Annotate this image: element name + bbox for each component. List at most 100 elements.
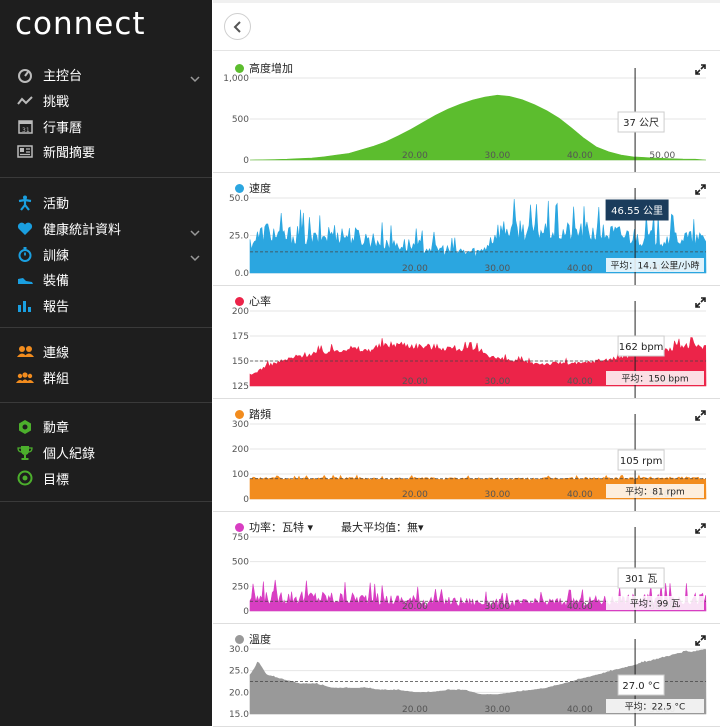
sidebar-item[interactable]: 訓練	[0, 241, 212, 267]
calendar-icon: 31	[15, 119, 35, 134]
average-label: 平均：14.1 公里/小時	[611, 260, 700, 272]
y-tick-label: 25.0	[229, 667, 249, 677]
sidebar-item[interactable]: 群組	[0, 365, 212, 391]
trophy-icon	[15, 445, 35, 461]
y-tick-label: 1,000	[223, 74, 249, 84]
chevron-down-icon[interactable]	[190, 247, 200, 266]
y-tick-label: 30.0	[229, 645, 249, 655]
sidebar-item[interactable]: 個人紀錄	[0, 440, 212, 466]
tooltip-value: 37 公尺	[623, 117, 659, 129]
chart-svg: 15.020.025.030.020.0030.0040.0050.00平均：2…	[229, 639, 707, 726]
sidebar-item-label: 個人紀錄	[43, 447, 96, 463]
x-tick-label: 40.00	[567, 705, 593, 715]
chart-panel-cadence: 踏頻010020030020.0030.0040.0050.00平均：81 rp…	[213, 400, 720, 512]
chart-svg: 0 500 1,000 20.00 30.00 40.00 50.00 37 公尺	[223, 68, 707, 172]
sidebar-item[interactable]: 報告	[0, 293, 212, 319]
sidebar-item[interactable]: 勳章	[0, 414, 212, 440]
y-tick-label: 200	[232, 307, 249, 317]
chevron-down-icon[interactable]	[190, 68, 200, 87]
x-tick-label: 30.00	[484, 602, 510, 612]
x-tick-label: 20.00	[402, 377, 428, 387]
y-tick-label: 500	[232, 558, 249, 568]
x-tick-label: 40.00	[567, 602, 593, 612]
y-tick-label: 0.0	[235, 269, 250, 279]
sidebar-item[interactable]: 新聞摘要	[0, 139, 212, 165]
sidebar-item-label: 裝備	[43, 274, 70, 290]
x-tick-label: 30.00	[484, 490, 510, 500]
sidebar-item[interactable]: 目標	[0, 465, 212, 491]
svg-text:31: 31	[22, 127, 30, 134]
sidebar-item-label: 活動	[43, 197, 70, 213]
sidebar-item-label: 訓練	[43, 248, 70, 264]
sidebar-item-label: 健康統計資料	[43, 223, 122, 239]
sidebar-group: 主控台挑戰 31 行事曆新聞摘要	[0, 62, 212, 178]
sidebar-item[interactable]: 31 行事曆	[0, 113, 212, 139]
sidebar-item-label: 挑戰	[43, 95, 70, 111]
sidebar-item-label: 報告	[43, 300, 70, 316]
y-tick-label: 100	[232, 470, 249, 480]
toolbar	[213, 0, 720, 51]
x-tick-label: 20.00	[402, 490, 428, 500]
x-tick-label: 20.00	[402, 151, 428, 161]
x-tick-label: 30.00	[484, 377, 510, 387]
sidebar-item[interactable]: 挑戰	[0, 88, 212, 114]
sidebar-item[interactable]: 主控台	[0, 62, 212, 88]
chart-svg: 12515017520020.0030.0040.0050.00平均：150 b…	[232, 301, 707, 398]
chevron-down-icon[interactable]	[190, 222, 200, 241]
sidebar-item-label: 主控台	[43, 69, 83, 85]
y-tick-label: 300	[232, 420, 249, 430]
dashboard-icon	[15, 67, 35, 83]
challenge-icon	[15, 95, 35, 107]
heart-icon	[15, 222, 35, 236]
connections-icon	[15, 345, 35, 358]
sidebar-item-label: 新聞摘要	[43, 146, 96, 162]
chart-svg: 010020030020.0030.0040.0050.00平均：81 rpm1…	[232, 414, 707, 511]
y-tick-label: 20.0	[229, 688, 249, 698]
y-tick-label: 125	[232, 382, 249, 392]
back-button[interactable]	[224, 13, 251, 40]
chart-panel-speed: 速度0.025.050.020.0030.0040.0050.00平均：14.1…	[213, 174, 720, 286]
y-tick-label: 0	[243, 495, 249, 505]
chevron-left-icon	[233, 20, 241, 33]
average-label: 平均：150 bpm	[621, 373, 688, 385]
sidebar-item-label: 群組	[43, 372, 70, 388]
tooltip-value: 46.55 公里	[611, 205, 663, 217]
sidebar-item[interactable]: 裝備	[0, 267, 212, 293]
y-tick-label: 500	[232, 115, 249, 125]
sidebar-item[interactable]: 健康統計資料	[0, 216, 212, 242]
x-tick-label: 30.00	[484, 264, 510, 274]
tooltip-value: 105 rpm	[620, 456, 662, 467]
tooltip-value: 301 瓦	[625, 574, 657, 585]
y-tick-label: 250	[232, 582, 249, 592]
sidebar-group: 勳章個人紀錄目標	[0, 414, 212, 502]
main-content: 高度增加 0 500 1,000 20.00 30.00 40.00 50.00 37 公尺 速度…	[213, 0, 720, 727]
x-tick-label: 20.00	[402, 602, 428, 612]
average-label: 平均：22.5 °C	[625, 701, 686, 713]
x-tick-label: 30.00	[484, 705, 510, 715]
y-tick-label: 175	[232, 332, 249, 342]
connect-logo[interactable]: connect	[15, 6, 146, 42]
groups-icon	[15, 371, 35, 384]
activity-icon	[15, 195, 35, 211]
x-tick-label: 40.00	[567, 264, 593, 274]
y-tick-label: 0	[243, 156, 249, 166]
bar-chart-icon	[15, 299, 35, 313]
x-tick-label: 40.00	[567, 377, 593, 387]
sidebar-group: 連線 群組	[0, 339, 212, 403]
sidebar-item-label: 連線	[43, 346, 70, 362]
y-tick-label: 150	[232, 357, 249, 367]
y-tick-label: 50.0	[229, 194, 249, 204]
y-tick-label: 750	[232, 533, 249, 543]
x-tick-label: 40.00	[567, 490, 593, 500]
sidebar-item-label: 勳章	[43, 421, 70, 437]
x-tick-label: 50.00	[649, 151, 675, 161]
badge-icon	[15, 419, 35, 435]
chart-svg: 025050075020.0030.0040.0050.00平均：99 瓦301…	[232, 527, 707, 623]
tooltip-value: 162 bpm	[619, 342, 664, 353]
chart-panel-heart_rate: 心率12515017520020.0030.0040.0050.00平均：150…	[213, 287, 720, 399]
x-tick-label: 40.00	[567, 151, 593, 161]
y-tick-label: 15.0	[229, 710, 249, 720]
sidebar-item[interactable]: 連線	[0, 339, 212, 365]
sidebar-item[interactable]: 活動	[0, 190, 212, 216]
chart-panel-temperature: 溫度15.020.025.030.020.0030.0040.0050.00平均…	[213, 625, 720, 727]
